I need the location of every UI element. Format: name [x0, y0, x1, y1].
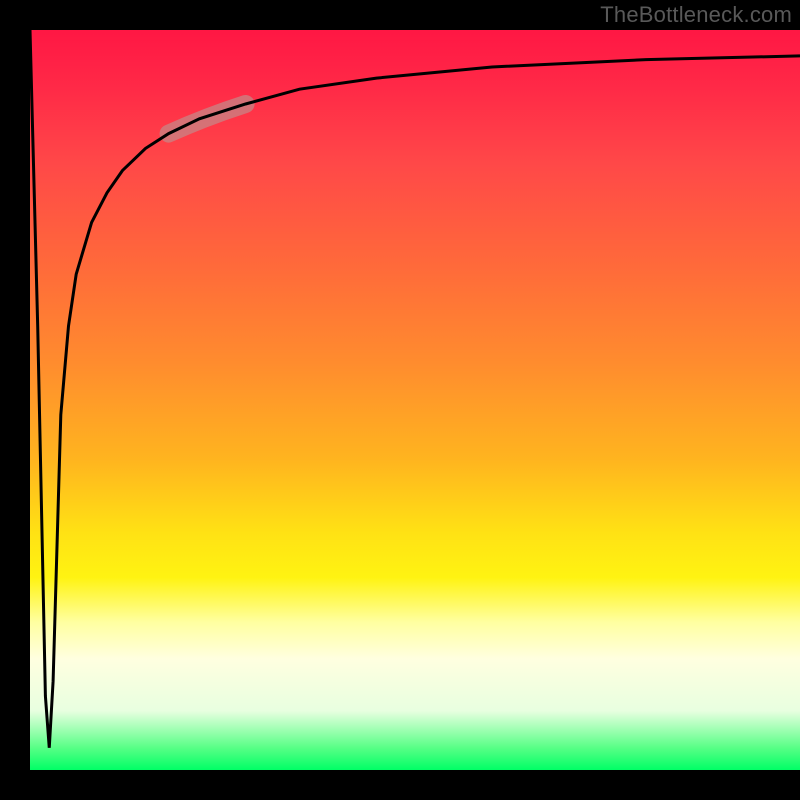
curve-layer [30, 30, 800, 770]
watermark-text: TheBottleneck.com [600, 2, 792, 28]
bottleneck-curve [30, 30, 800, 748]
plot-area [30, 30, 800, 770]
bottleneck-chart: TheBottleneck.com [0, 0, 800, 800]
